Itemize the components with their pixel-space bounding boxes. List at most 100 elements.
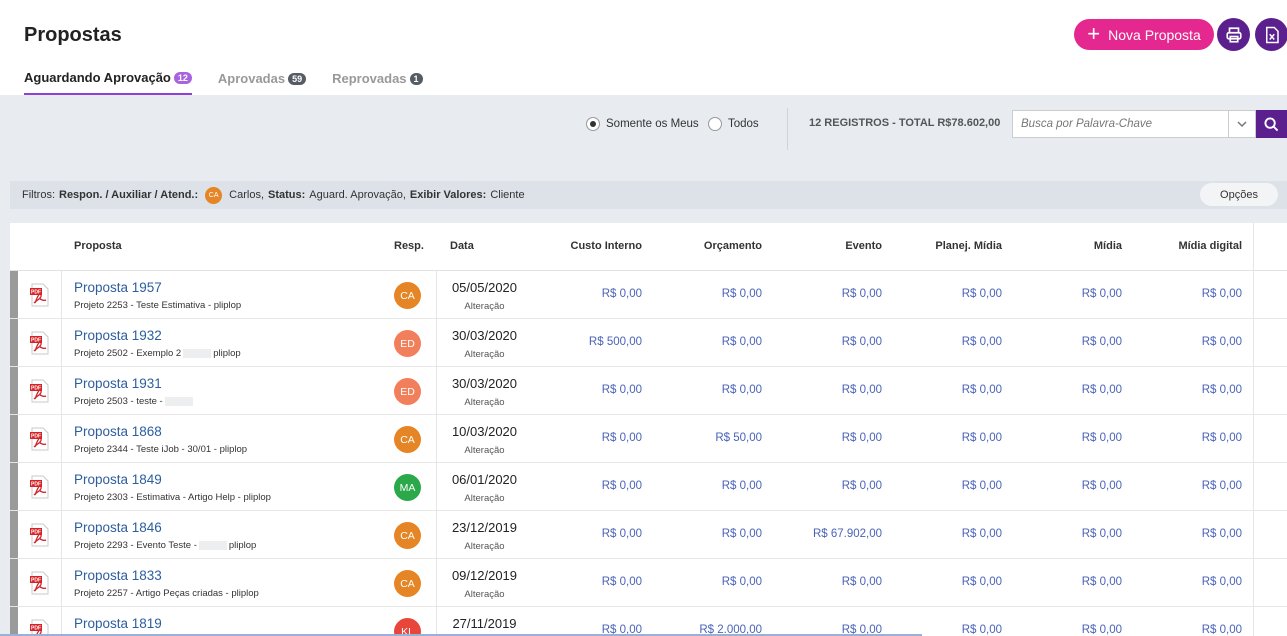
new-proposal-label: Nova Proposta — [1108, 26, 1201, 43]
table-row[interactable]: PDF Proposta 1931 Projeto 2503 - teste - ED… — [10, 367, 1287, 415]
tab-reprovadas[interactable]: Reprovadas 1 — [332, 70, 423, 95]
pdf-button[interactable]: PDF — [18, 415, 62, 462]
divider — [1253, 319, 1254, 366]
pdf-button[interactable]: PDF — [18, 463, 62, 510]
money-value: R$ 0,00 — [721, 384, 762, 396]
money-value: R$ 0,00 — [1081, 288, 1122, 300]
money-value: R$ 0,00 — [1081, 624, 1122, 636]
proposal-link[interactable]: Proposta 1868 — [74, 424, 162, 439]
pdf-icon: PDF — [29, 475, 48, 498]
project-label: Projeto 2502 - Exemplo 2 — [74, 348, 182, 359]
column-header: Proposta — [74, 240, 122, 252]
column-header: Data — [450, 240, 474, 252]
filter-prefix: Filtros: — [22, 189, 55, 201]
project-label: Projeto 2503 - teste - — [74, 396, 163, 407]
money-value: R$ 0,00 — [841, 432, 882, 444]
proposal-project: Projeto 2253 - Teste Estimativa - pliplo… — [74, 300, 241, 311]
radio-somente-os-meus[interactable]: Somente os Meus — [586, 117, 699, 131]
redacted-text — [183, 348, 212, 358]
avatar: CA — [205, 186, 223, 204]
tab-aprovadas[interactable]: Aprovadas 59 — [218, 70, 307, 95]
date: 30/03/2020 — [451, 376, 518, 391]
pdf-button[interactable]: PDF — [18, 367, 62, 414]
money-value: R$ 0,00 — [1201, 288, 1242, 300]
status-bar — [10, 367, 18, 414]
status-bar — [10, 607, 18, 636]
table-row[interactable]: PDF Proposta 1932 Projeto 2502 - Exemplo 2… — [10, 319, 1287, 367]
divider — [1253, 271, 1254, 318]
date: 06/01/2020 — [451, 472, 518, 487]
pdf-button[interactable]: PDF — [18, 511, 62, 558]
date-subtitle: Alteração — [464, 445, 505, 456]
avatar: CA — [394, 570, 421, 597]
export-excel-button[interactable] — [1255, 18, 1287, 51]
date: 30/03/2020 — [451, 328, 518, 343]
divider — [1253, 559, 1254, 606]
table-row[interactable]: PDF Proposta 1819 KL 27/11/2019 R$ 0,00 R$ 2.… — [10, 607, 1287, 636]
radio-label: Todos — [728, 118, 759, 130]
proposal-link[interactable]: Proposta 1849 — [74, 472, 162, 487]
money-value: R$ 0,00 — [841, 384, 882, 396]
excel-icon — [1265, 26, 1279, 43]
money-value: R$ 0,00 — [1081, 528, 1122, 540]
status-bar — [10, 415, 18, 462]
project-suffix: pliplop — [228, 540, 257, 551]
tab-aguardando-aprovacao[interactable]: Aguardando Aprovação 12 — [24, 70, 192, 95]
proposal-project: Projeto 2293 - Evento Teste - pliplop — [74, 540, 256, 551]
proposal-project: Projeto 2257 - Artigo Peças criadas - pl… — [74, 588, 259, 599]
search-button[interactable] — [1256, 110, 1287, 138]
pdf-button[interactable]: PDF — [18, 271, 62, 318]
proposal-link[interactable]: Proposta 1819 — [74, 616, 162, 631]
money-value: R$ 0,00 — [721, 528, 762, 540]
proposal-link[interactable]: Proposta 1846 — [74, 520, 162, 535]
project-label: Projeto 2293 - Evento Teste - — [74, 540, 197, 551]
money-value: R$ 0,00 — [1081, 480, 1122, 492]
proposal-link[interactable]: Proposta 1833 — [74, 568, 162, 583]
money-value: R$ 0,00 — [1081, 384, 1122, 396]
money-value: R$ 0,00 — [961, 576, 1002, 588]
pdf-button[interactable]: PDF — [18, 319, 62, 366]
search-dropdown-button[interactable] — [1228, 110, 1256, 138]
table-row[interactable]: PDF Proposta 1849 Projeto 2303 - Estimativ… — [10, 463, 1287, 511]
date: 05/05/2020 — [451, 280, 518, 295]
money-value: R$ 0,00 — [1201, 528, 1242, 540]
filter-status-label: Status: — [268, 189, 306, 201]
new-proposal-button[interactable]: + Nova Proposta — [1074, 19, 1214, 50]
radio-checked-icon — [586, 117, 600, 131]
money-value: R$ 0,00 — [601, 576, 642, 588]
date: 27/11/2019 — [452, 616, 517, 631]
table-row[interactable]: PDF Proposta 1868 Projeto 2344 - Teste iJo… — [10, 415, 1287, 463]
table-row[interactable]: PDF Proposta 1833 Projeto 2257 - Artigo Pe… — [10, 559, 1287, 607]
table-row[interactable]: PDF Proposta 1846 Projeto 2293 - Evento Te… — [10, 511, 1287, 559]
search-input[interactable] — [1012, 110, 1229, 138]
divider — [1253, 511, 1254, 558]
project-label: Projeto 2257 - Artigo Peças criadas - pl… — [74, 588, 259, 599]
date-subtitle: Alteração — [464, 349, 505, 360]
pdf-button[interactable]: PDF — [18, 607, 62, 636]
filter-resp-label: Respon. / Auxiliar / Atend.: — [59, 189, 199, 201]
table-row[interactable]: PDF Proposta 1957 Projeto 2253 - Teste Est… — [10, 271, 1287, 319]
money-value: R$ 0,00 — [601, 480, 642, 492]
redacted-text — [198, 540, 227, 550]
print-button[interactable] — [1217, 18, 1250, 51]
money-value: R$ 0,00 — [1201, 384, 1242, 396]
options-button[interactable]: Opções — [1200, 183, 1278, 206]
column-header: Mídia — [1093, 240, 1122, 252]
avatar: ED — [394, 330, 421, 357]
proposal-project: Projeto 2344 - Teste iJob - 30/01 - plip… — [74, 444, 247, 455]
proposal-link[interactable]: Proposta 1957 — [74, 280, 162, 295]
filter-bar: Filtros: Respon. / Auxiliar / Atend.: CA… — [10, 181, 1287, 209]
money-value: R$ 0,00 — [1201, 480, 1242, 492]
radio-todos[interactable]: Todos — [708, 117, 759, 131]
page-header: Propostas Aguardando Aprovação 12 Aprova… — [0, 0, 1287, 95]
proposal-link[interactable]: Proposta 1932 — [74, 328, 162, 343]
project-label: Projeto 2253 - Teste Estimativa - pliplo… — [74, 300, 242, 311]
pdf-button[interactable]: PDF — [18, 559, 62, 606]
column-header: Resp. — [394, 240, 424, 252]
radio-unchecked-icon — [708, 117, 722, 131]
money-value: R$ 0,00 — [961, 288, 1002, 300]
records-total: 12 REGISTROS - TOTAL R$78.602,00 — [809, 117, 1001, 129]
money-value: R$ 0,00 — [721, 288, 762, 300]
filter-status-value: Aguard. Aprovação, — [309, 189, 406, 201]
proposal-link[interactable]: Proposta 1931 — [74, 376, 162, 391]
